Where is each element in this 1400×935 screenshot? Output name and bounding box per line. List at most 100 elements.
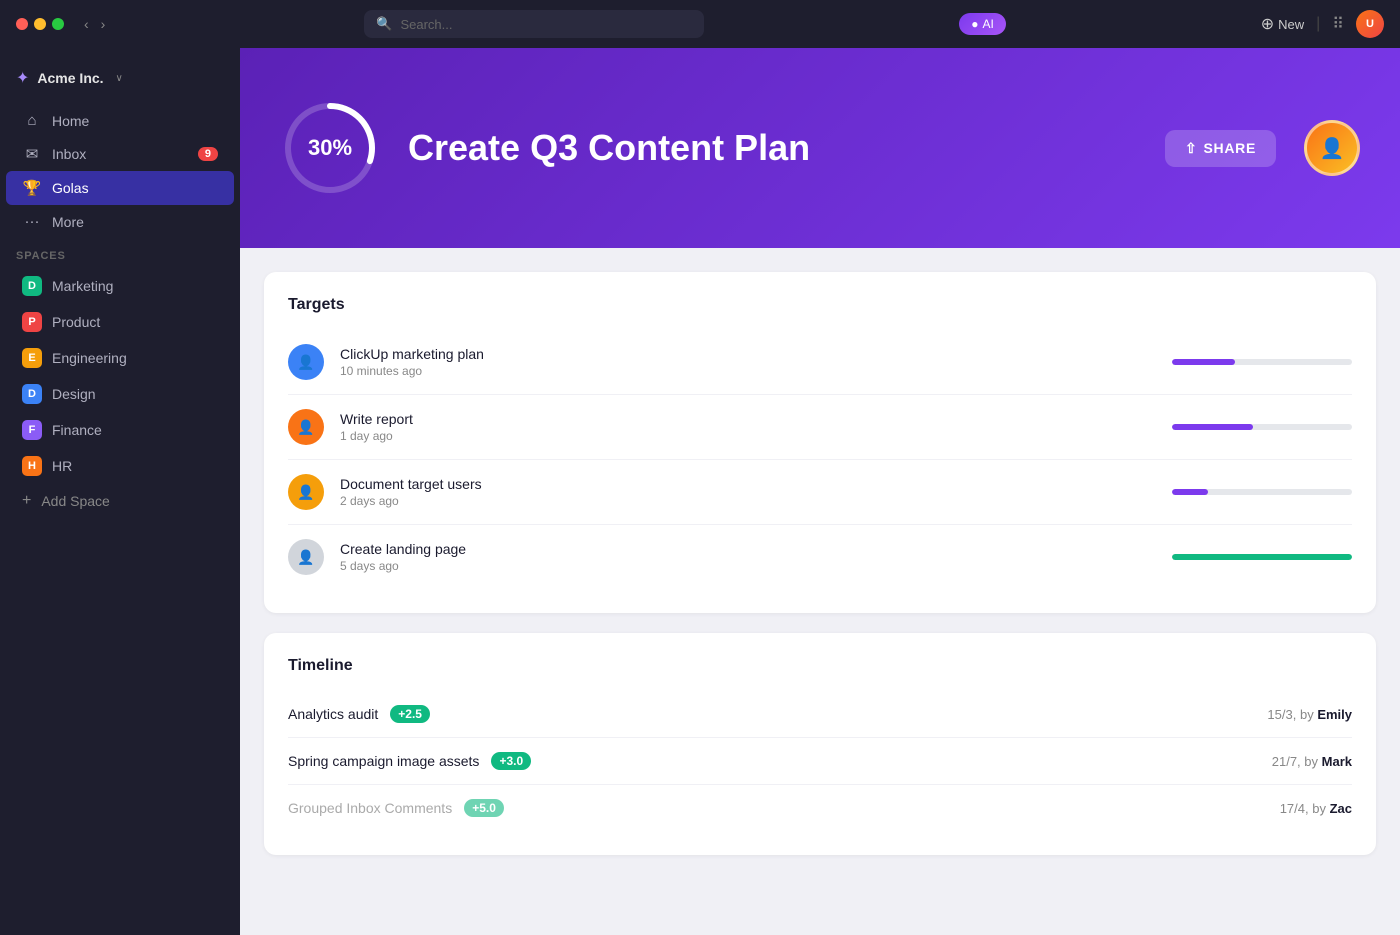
engineering-label: Engineering [52, 350, 127, 366]
inbox-icon: ✉ [22, 145, 42, 163]
finance-dot: F [22, 420, 42, 440]
timeline-date-2: 21/7, [1272, 754, 1301, 769]
workspace-icon: ✦ [16, 68, 29, 88]
sidebar-item-marketing[interactable]: D Marketing [6, 268, 234, 304]
sidebar: ✦ Acme Inc. ∨ ⌂ Home ✉ Inbox 9 🏆 Golas ·… [0, 48, 240, 935]
targets-title: Targets [288, 296, 1352, 314]
finance-label: Finance [52, 422, 102, 438]
search-bar[interactable]: 🔍 Search... [364, 10, 704, 38]
target-item-2[interactable]: 👤 Write report 1 day ago [288, 395, 1352, 460]
sidebar-item-product[interactable]: P Product [6, 304, 234, 340]
target-name-3: Document target users [340, 476, 1156, 492]
close-traffic-light[interactable] [16, 18, 28, 30]
engineering-dot: E [22, 348, 42, 368]
timeline-badge-3: +5.0 [464, 799, 504, 817]
target-name-4: Create landing page [340, 541, 1156, 557]
traffic-lights [16, 18, 64, 30]
sidebar-item-inbox[interactable]: ✉ Inbox 9 [6, 137, 234, 171]
share-button[interactable]: ⇧ SHARE [1165, 130, 1276, 167]
sidebar-item-design[interactable]: D Design [6, 376, 234, 412]
target-time-4: 5 days ago [340, 559, 1156, 573]
design-dot: D [22, 384, 42, 404]
timeline-author-3: Zac [1330, 801, 1352, 816]
target-info-1: ClickUp marketing plan 10 minutes ago [340, 346, 1156, 378]
target-item-1[interactable]: 👤 ClickUp marketing plan 10 minutes ago [288, 330, 1352, 395]
share-label: SHARE [1203, 140, 1256, 156]
target-time-3: 2 days ago [340, 494, 1156, 508]
sidebar-item-hr[interactable]: H HR [6, 448, 234, 484]
sidebar-item-engineering[interactable]: E Engineering [6, 340, 234, 376]
target-avatar-4: 👤 [288, 539, 324, 575]
marketing-dot: D [22, 276, 42, 296]
timeline-by-1: by [1300, 707, 1317, 722]
sidebar-item-more[interactable]: ··· More [6, 205, 234, 238]
target-item-4[interactable]: 👤 Create landing page 5 days ago [288, 525, 1352, 589]
forward-button[interactable]: › [97, 14, 110, 34]
titlebar-right: ⊕ New | ⠿ U [1261, 10, 1384, 38]
avatar-face: 👤 [1320, 136, 1345, 161]
plus-icon: ⊕ [1261, 14, 1274, 34]
timeline-card: Timeline Analytics audit +2.5 15/3, by E… [264, 633, 1376, 855]
ai-button[interactable]: ● AI [959, 13, 1006, 35]
new-button[interactable]: ⊕ New [1261, 14, 1304, 34]
grid-icon[interactable]: ⠿ [1332, 14, 1344, 34]
timeline-badge-2: +3.0 [491, 752, 531, 770]
product-dot: P [22, 312, 42, 332]
sidebar-more-label: More [52, 214, 84, 230]
minimize-traffic-light[interactable] [34, 18, 46, 30]
target-avatar-2: 👤 [288, 409, 324, 445]
share-icon: ⇧ [1185, 140, 1197, 157]
hr-dot: H [22, 456, 42, 476]
target-progress-1 [1172, 359, 1352, 365]
timeline-by-2: by [1304, 754, 1321, 769]
timeline-item-1[interactable]: Analytics audit +2.5 15/3, by Emily [288, 691, 1352, 738]
new-label: New [1278, 17, 1304, 32]
maximize-traffic-light[interactable] [52, 18, 64, 30]
target-avatar-1: 👤 [288, 344, 324, 380]
timeline-item-2[interactable]: Spring campaign image assets +3.0 21/7, … [288, 738, 1352, 785]
workspace-header[interactable]: ✦ Acme Inc. ∨ [0, 60, 240, 104]
target-time-1: 10 minutes ago [340, 364, 1156, 378]
timeline-author-2: Mark [1322, 754, 1352, 769]
scrollable-content: Targets 👤 ClickUp marketing plan 10 minu… [240, 248, 1400, 935]
timeline-name-3: Grouped Inbox Comments [288, 800, 452, 816]
spaces-section-label: Spaces [0, 238, 240, 268]
target-avatar-3: 👤 [288, 474, 324, 510]
add-space-label: Add Space [41, 493, 110, 509]
goal-title: Create Q3 Content Plan [408, 127, 1137, 169]
target-fill-2 [1172, 424, 1253, 430]
sidebar-item-finance[interactable]: F Finance [6, 412, 234, 448]
main-layout: ✦ Acme Inc. ∨ ⌂ Home ✉ Inbox 9 🏆 Golas ·… [0, 48, 1400, 935]
workspace-name: Acme Inc. [37, 70, 103, 86]
target-info-2: Write report 1 day ago [340, 411, 1156, 443]
timeline-name-2: Spring campaign image assets [288, 753, 479, 769]
nav-arrows: ‹ › [80, 14, 109, 34]
progress-ring: 30% [280, 98, 380, 198]
home-icon: ⌂ [22, 112, 42, 129]
sidebar-item-home[interactable]: ⌂ Home [6, 104, 234, 137]
content-area: 30% Create Q3 Content Plan ⇧ SHARE 👤 Tar… [240, 48, 1400, 935]
add-space-button[interactable]: + Add Space [6, 484, 234, 518]
target-item-3[interactable]: 👤 Document target users 2 days ago [288, 460, 1352, 525]
timeline-date-1: 15/3, [1267, 707, 1296, 722]
more-icon: ··· [22, 213, 42, 230]
search-placeholder: Search... [400, 17, 452, 32]
goal-avatar: 👤 [1304, 120, 1360, 176]
targets-card: Targets 👤 ClickUp marketing plan 10 minu… [264, 272, 1376, 613]
timeline-item-3[interactable]: Grouped Inbox Comments +5.0 17/4, by Zac [288, 785, 1352, 831]
target-progress-4 [1172, 554, 1352, 560]
target-progress-2 [1172, 424, 1352, 430]
sidebar-goals-label: Golas [52, 180, 89, 196]
target-fill-4 [1172, 554, 1352, 560]
user-avatar[interactable]: U [1356, 10, 1384, 38]
sidebar-home-label: Home [52, 113, 89, 129]
sidebar-item-goals[interactable]: 🏆 Golas [6, 171, 234, 205]
inbox-badge: 9 [198, 147, 218, 161]
back-button[interactable]: ‹ [80, 14, 93, 34]
product-label: Product [52, 314, 100, 330]
timeline-author-1: Emily [1317, 707, 1352, 722]
titlebar: ‹ › 🔍 Search... ● AI ⊕ New | ⠿ U [0, 0, 1400, 48]
timeline-name-1: Analytics audit [288, 706, 378, 722]
ai-icon: ● [971, 17, 978, 31]
target-progress-3 [1172, 489, 1352, 495]
